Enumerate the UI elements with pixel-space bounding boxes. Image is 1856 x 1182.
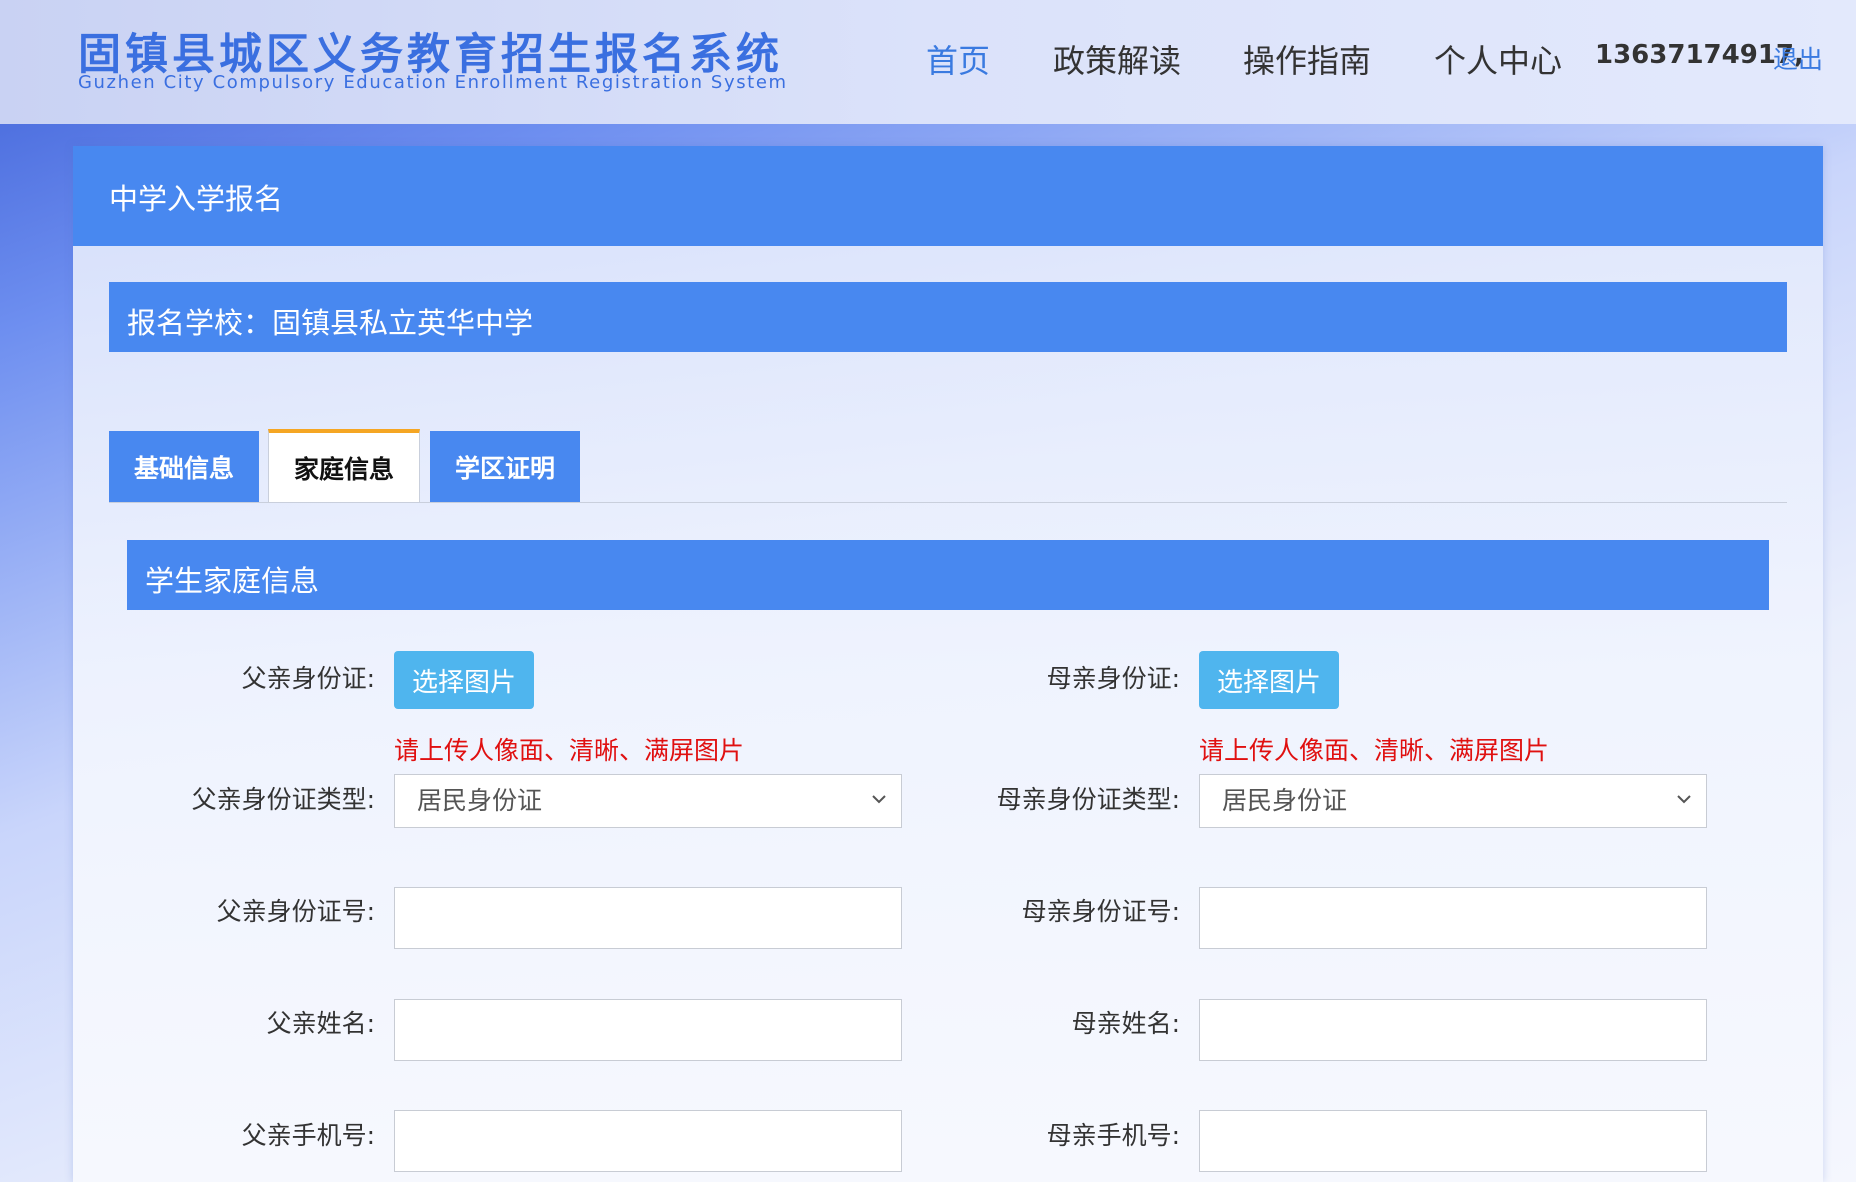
father-id-type-label: 父亲身份证类型: <box>191 785 375 814</box>
father-id-type-value: 居民身份证 <box>417 786 543 815</box>
father-id-number-label: 父亲身份证号: <box>216 897 375 926</box>
father-id-type-select[interactable]: 居民身份证 <box>394 774 902 828</box>
father-name-input[interactable] <box>394 999 902 1061</box>
father-phone-input[interactable] <box>394 1110 902 1172</box>
mother-name-input[interactable] <box>1199 999 1707 1061</box>
main-nav: 首页 政策解读 操作指南 个人中心 <box>0 36 1856 80</box>
registration-panel: 中学入学报名 报名学校：固镇县私立英华中学 基础信息 家庭信息 学区证明 学生家… <box>73 146 1823 1182</box>
nav-guide[interactable]: 操作指南 <box>1243 36 1371 82</box>
panel-header: 中学入学报名 <box>73 146 1823 246</box>
school-bar: 报名学校：固镇县私立英华中学 <box>109 282 1787 352</box>
mother-upload-button[interactable]: 选择图片 <box>1199 651 1339 709</box>
father-name-label: 父亲姓名: <box>266 1009 375 1038</box>
nav-home[interactable]: 首页 <box>926 36 990 82</box>
mother-id-card-label: 母亲身份证: <box>1046 664 1180 693</box>
mother-id-type-label: 母亲身份证类型: <box>996 785 1180 814</box>
tab-district-proof[interactable]: 学区证明 <box>430 431 580 503</box>
mother-id-number-input[interactable] <box>1199 887 1707 949</box>
mother-id-number-label: 母亲身份证号: <box>1021 897 1180 926</box>
section-header: 学生家庭信息 <box>127 540 1769 610</box>
nav-policy[interactable]: 政策解读 <box>1053 36 1181 82</box>
site-header: 固镇县城区义务教育招生报名系统 Guzhen City Compulsory E… <box>0 0 1856 124</box>
father-phone-label: 父亲手机号: <box>241 1121 375 1150</box>
chevron-down-icon <box>872 795 886 804</box>
mother-id-type-value: 居民身份证 <box>1222 786 1348 815</box>
mother-id-type-select[interactable]: 居民身份证 <box>1199 774 1707 828</box>
mother-phone-label: 母亲手机号: <box>1046 1121 1180 1150</box>
logout-link[interactable]: 退出 <box>1773 40 1823 76</box>
nav-personal-center[interactable]: 个人中心 <box>1434 36 1562 82</box>
father-id-card-label: 父亲身份证: <box>241 664 375 693</box>
tab-basic-info[interactable]: 基础信息 <box>109 431 259 503</box>
tabs-divider <box>109 502 1787 503</box>
school-name: 报名学校：固镇县私立英华中学 <box>127 306 534 340</box>
page-title: 中学入学报名 <box>109 182 284 216</box>
section-title: 学生家庭信息 <box>145 564 320 598</box>
tab-family-info[interactable]: 家庭信息 <box>268 429 420 503</box>
mother-phone-input[interactable] <box>1199 1110 1707 1172</box>
father-id-number-input[interactable] <box>394 887 902 949</box>
father-upload-hint: 请上传人像面、清晰、满屏图片 <box>394 736 745 765</box>
chevron-down-icon <box>1677 795 1691 804</box>
mother-name-label: 母亲姓名: <box>1071 1009 1180 1038</box>
father-upload-button[interactable]: 选择图片 <box>394 651 534 709</box>
mother-upload-hint: 请上传人像面、清晰、满屏图片 <box>1199 736 1550 765</box>
